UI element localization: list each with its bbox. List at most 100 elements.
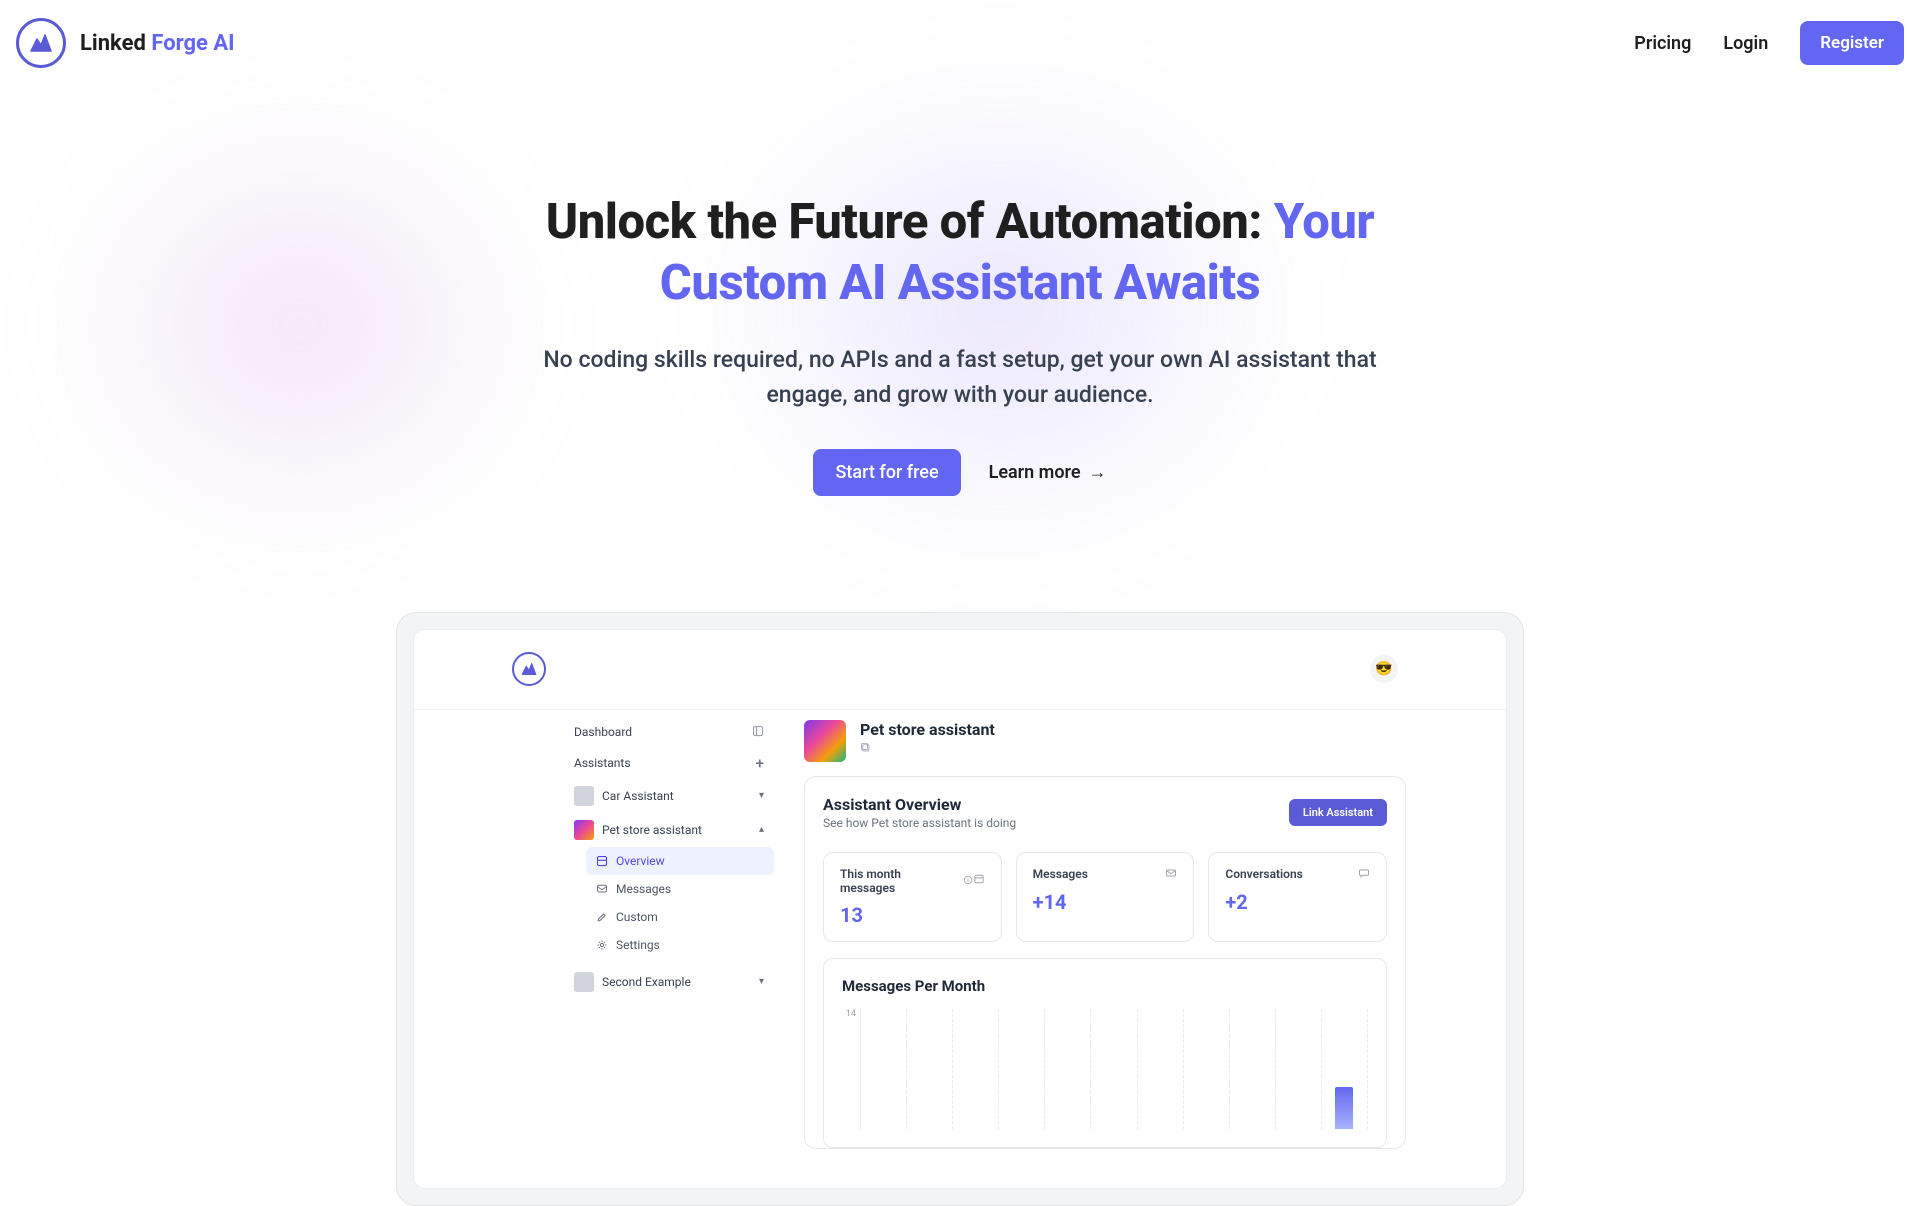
sidebar-dashboard[interactable]: Dashboard	[564, 718, 774, 747]
arrow-right-icon: →	[1089, 462, 1107, 483]
dashboard-trail-icon	[752, 725, 764, 740]
calendar-icon	[973, 873, 985, 888]
sidebar-settings[interactable]: Settings	[586, 931, 774, 959]
stat-conversations: Conversations +2	[1208, 852, 1387, 942]
sidebar-assistants-label: Assistants	[574, 756, 631, 770]
messages-label: Messages	[616, 882, 671, 896]
overview-header: Assistant Overview See how Pet store ass…	[823, 795, 1387, 830]
hero-title-prefix: Unlock the Future of Automation:	[546, 193, 1274, 250]
chart-bar	[1335, 1087, 1353, 1129]
asst-car-label: Car Assistant	[602, 789, 674, 803]
stat-month-messages: This month messages 13	[823, 852, 1002, 942]
chart-col	[1322, 1009, 1368, 1129]
brand-linked: Linked	[80, 31, 146, 56]
asst-avatar-icon	[574, 786, 594, 806]
chart-col	[1230, 1009, 1276, 1129]
sidebar-overview[interactable]: Overview	[586, 847, 774, 875]
asst-second-label: Second Example	[602, 975, 691, 989]
asst-avatar-icon	[574, 820, 594, 840]
chart-y-label: 14	[842, 1009, 860, 1129]
brand-name: Linked Forge AI	[80, 31, 235, 56]
chevron-down-icon: ▾	[759, 790, 764, 801]
main-header: Pet store assistant	[804, 720, 1406, 762]
sidebar-asst-second[interactable]: Second Example ▾	[564, 965, 774, 999]
asst-pet-label: Pet store assistant	[602, 823, 702, 837]
asst-avatar-icon	[574, 972, 594, 992]
logo-icon	[16, 18, 66, 68]
sidebar-asst-pet[interactable]: Pet store assistant ▴	[564, 813, 774, 847]
sidebar-custom[interactable]: Custom	[586, 903, 774, 931]
chart-title: Messages Per Month	[842, 977, 1368, 995]
settings-label: Settings	[616, 938, 660, 952]
brand[interactable]: Linked Forge AI	[16, 18, 235, 68]
messages-icon	[596, 883, 608, 895]
chart-body: 14	[842, 1009, 1368, 1129]
overview-icon	[596, 855, 608, 867]
overview-title: Assistant Overview	[823, 795, 1016, 814]
preview-window: 😎 Dashboard Assistants +	[413, 629, 1507, 1189]
stat2-value: +14	[1033, 890, 1178, 914]
stats-row: This month messages 13	[823, 852, 1387, 942]
custom-icon	[596, 911, 608, 923]
chat-icon	[1358, 867, 1370, 882]
learn-more-label: Learn more	[989, 462, 1081, 483]
info-icon[interactable]	[963, 874, 973, 888]
hero-title: Unlock the Future of Automation: Your Cu…	[460, 191, 1460, 314]
overview-label: Overview	[616, 854, 665, 868]
chart-col	[861, 1009, 907, 1129]
hero-sub-line1: No coding skills required, no APIs and a…	[460, 342, 1460, 378]
sidebar-asst-car[interactable]: Car Assistant ▾	[564, 779, 774, 813]
assistant-avatar	[804, 720, 846, 762]
sidebar-assistants[interactable]: Assistants +	[564, 747, 774, 779]
stat-messages: Messages +14	[1016, 852, 1195, 942]
hero-section: Unlock the Future of Automation: Your Cu…	[460, 191, 1460, 496]
chart-col	[1091, 1009, 1137, 1129]
overview-card: Assistant Overview See how Pet store ass…	[804, 776, 1406, 1149]
chart-col	[907, 1009, 953, 1129]
overview-subtitle: See how Pet store assistant is doing	[823, 816, 1016, 830]
sidebar: Dashboard Assistants + Car Assistant	[564, 710, 784, 1188]
custom-label: Custom	[616, 910, 658, 924]
chart-col	[1138, 1009, 1184, 1129]
chart-col	[953, 1009, 999, 1129]
start-free-button[interactable]: Start for free	[813, 449, 960, 496]
chevron-up-icon: ▴	[759, 824, 764, 835]
stat1-value: 13	[840, 903, 985, 927]
app-shell: 😎 Dashboard Assistants +	[414, 630, 1506, 1188]
top-nav: Linked Forge AI Pricing Login Register	[0, 0, 1920, 86]
chevron-down-icon: ▾	[759, 976, 764, 987]
app-body: Dashboard Assistants + Car Assistant	[414, 710, 1506, 1188]
learn-more-link[interactable]: Learn more →	[989, 462, 1107, 483]
chart-col	[1045, 1009, 1091, 1129]
add-assistant-icon[interactable]: +	[756, 754, 764, 772]
app-topbar: 😎	[414, 630, 1506, 710]
register-button[interactable]: Register	[1800, 21, 1904, 65]
settings-icon	[596, 939, 608, 951]
stat3-label: Conversations	[1225, 867, 1302, 881]
main-content: Pet store assistant Assistant Overview S…	[784, 710, 1406, 1188]
chart-col	[1184, 1009, 1230, 1129]
chart-col	[999, 1009, 1045, 1129]
chart-card: Messages Per Month 14	[823, 958, 1387, 1148]
link-assistant-button[interactable]: Link Assistant	[1289, 799, 1387, 826]
stat3-value: +2	[1225, 890, 1370, 914]
brand-forge: Forge AI	[146, 31, 235, 56]
sidebar-messages[interactable]: Messages	[586, 875, 774, 903]
preview-frame: 😎 Dashboard Assistants +	[396, 612, 1524, 1206]
user-avatar[interactable]: 😎	[1370, 655, 1398, 683]
nav-pricing[interactable]: Pricing	[1634, 33, 1691, 54]
stat2-label: Messages	[1033, 867, 1088, 881]
app-logo-icon[interactable]	[512, 652, 546, 686]
hero-subtitle: No coding skills required, no APIs and a…	[460, 342, 1460, 413]
nav-links: Pricing Login Register	[1634, 21, 1904, 65]
sidebar-dashboard-label: Dashboard	[574, 725, 632, 739]
nav-login[interactable]: Login	[1723, 33, 1768, 54]
stat1-label: This month messages	[840, 867, 957, 895]
assistant-title: Pet store assistant	[860, 720, 995, 739]
envelope-icon	[1165, 867, 1177, 882]
sidebar-submenu: Overview Messages Custom	[564, 847, 774, 959]
chart-grid	[860, 1009, 1368, 1129]
copy-icon[interactable]	[860, 742, 995, 756]
hero-ctas: Start for free Learn more →	[460, 449, 1460, 496]
hero-sub-line2: engage, and grow with your audience.	[460, 377, 1460, 413]
